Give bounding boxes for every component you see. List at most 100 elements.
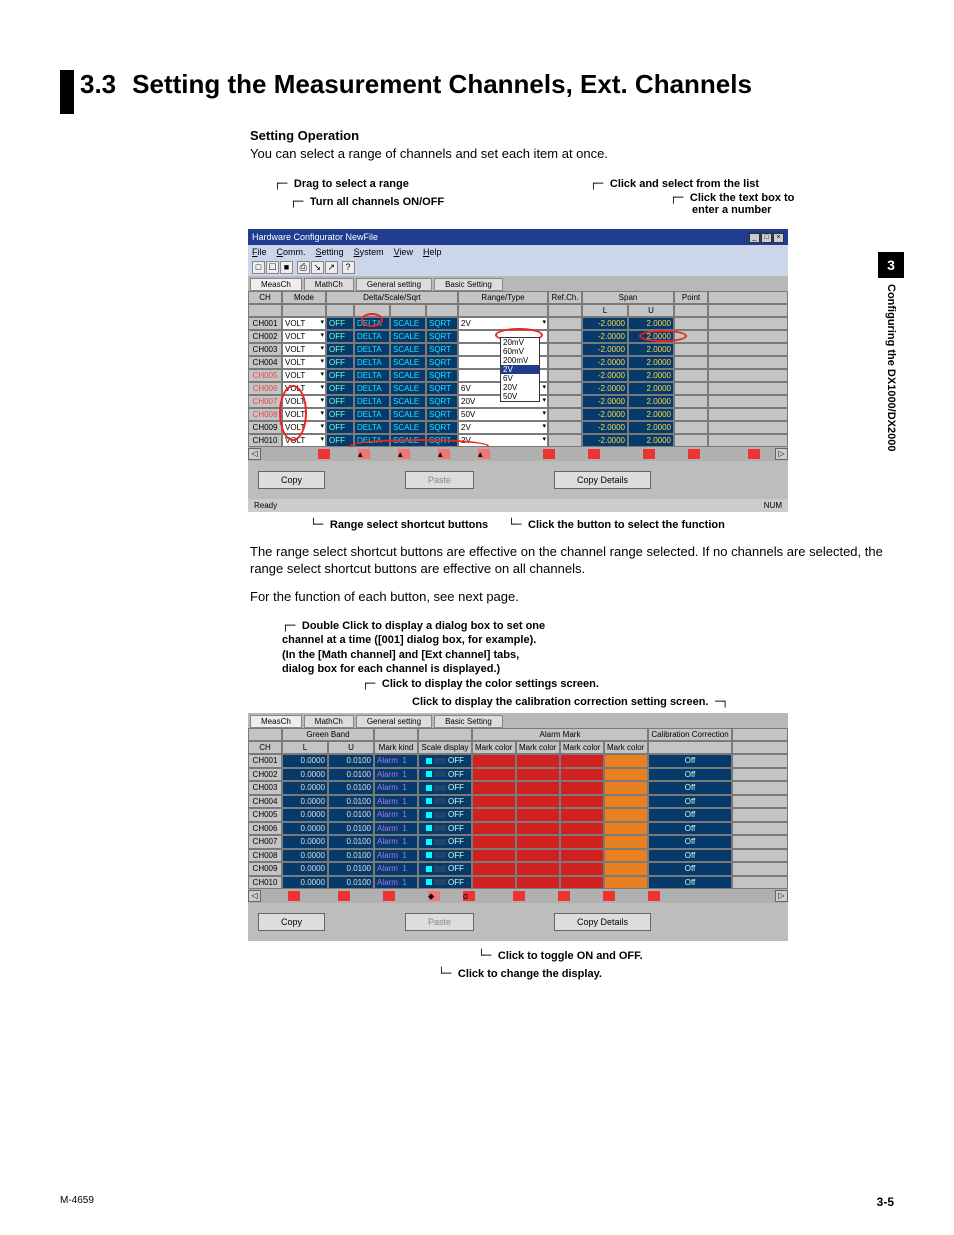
markkind-cell[interactable]: Alarm 1: [374, 835, 418, 849]
tab-general-setting[interactable]: General setting: [356, 278, 432, 291]
markkind-cell[interactable]: Alarm 1: [374, 781, 418, 795]
markcolor3-cell[interactable]: [560, 876, 604, 890]
calib-cell[interactable]: Off: [648, 808, 732, 822]
calib-cell[interactable]: Off: [648, 835, 732, 849]
table-row[interactable]: CH006 0.0000 0.0100 Alarm 1 OFF Off: [248, 822, 788, 836]
markkind-cell[interactable]: Alarm 1: [374, 849, 418, 863]
table-row[interactable]: CH010 0.0000 0.0100 Alarm 1 OFF Off: [248, 876, 788, 890]
calib-cell[interactable]: Off: [648, 768, 732, 782]
menu-item[interactable]: Help: [423, 247, 442, 257]
paste-button-2[interactable]: Paste: [405, 913, 474, 931]
table-row[interactable]: CH005 0.0000 0.0100 Alarm 1 OFF Off: [248, 808, 788, 822]
table-row[interactable]: CH003 0.0000 0.0100 Alarm 1 OFF Off: [248, 781, 788, 795]
gb-l-cell[interactable]: 0.0000: [282, 835, 328, 849]
sqrt-button[interactable]: SQRT: [426, 382, 458, 395]
table-row[interactable]: CH002 0.0000 0.0100 Alarm 1 OFF Off: [248, 768, 788, 782]
gb-u-cell[interactable]: 0.0100: [328, 808, 374, 822]
sqrt-button[interactable]: SQRT: [426, 330, 458, 343]
markcolor3-cell[interactable]: [560, 862, 604, 876]
scaledisplay-toggle[interactable]: OFF: [418, 849, 472, 863]
gb-u-cell[interactable]: 0.0100: [328, 862, 374, 876]
scaledisplay-toggle[interactable]: OFF: [418, 754, 472, 768]
markcolor3-cell[interactable]: [560, 835, 604, 849]
markcolor1-cell[interactable]: [472, 754, 516, 768]
gb-l-cell[interactable]: 0.0000: [282, 768, 328, 782]
gb-l-cell[interactable]: 0.0000: [282, 754, 328, 768]
markcolor4-cell[interactable]: [604, 795, 648, 809]
markcolor2-cell[interactable]: [516, 862, 560, 876]
table-row[interactable]: CH001 0.0000 0.0100 Alarm 1 OFF Off: [248, 754, 788, 768]
markcolor2-cell[interactable]: [516, 849, 560, 863]
markcolor3-cell[interactable]: [560, 849, 604, 863]
scroll-right-icon[interactable]: ▷: [775, 890, 788, 902]
span-u-cell[interactable]: 2.0000: [628, 330, 674, 343]
markcolor4-cell[interactable]: [604, 768, 648, 782]
markcolor2-cell[interactable]: [516, 754, 560, 768]
span-l-cell[interactable]: -2.0000: [582, 421, 628, 434]
scaledisplay-toggle[interactable]: OFF: [418, 876, 472, 890]
span-u-cell[interactable]: 2.0000: [628, 434, 674, 447]
scale-button[interactable]: SCALE: [390, 369, 426, 382]
window-controls[interactable]: _□×: [748, 231, 784, 243]
delta-button[interactable]: DELTA: [354, 317, 390, 330]
paste-button[interactable]: Paste: [405, 471, 474, 489]
markkind-cell[interactable]: Alarm 1: [374, 768, 418, 782]
markcolor2-cell[interactable]: [516, 822, 560, 836]
dropdown-option[interactable]: 2V: [501, 365, 539, 374]
scaledisplay-toggle[interactable]: OFF: [418, 835, 472, 849]
scroll-left-icon[interactable]: ◁: [248, 890, 261, 902]
range-dropdown[interactable]: 20mV60mV200mV2V6V20V50V: [500, 337, 540, 402]
sqrt-button[interactable]: SQRT: [426, 408, 458, 421]
mode-cell[interactable]: VOLT: [282, 369, 326, 382]
markcolor3-cell[interactable]: [560, 781, 604, 795]
table-row[interactable]: CH001 VOLT OFF DELTA SCALE SQRT 2V -2.00…: [248, 317, 788, 330]
scroll-right-icon[interactable]: ▷: [775, 448, 788, 460]
markkind-cell[interactable]: Alarm 1: [374, 822, 418, 836]
gb-u-cell[interactable]: 0.0100: [328, 781, 374, 795]
markcolor4-cell[interactable]: [604, 808, 648, 822]
gb-u-cell[interactable]: 0.0100: [328, 876, 374, 890]
sqrt-button[interactable]: SQRT: [426, 356, 458, 369]
table-row[interactable]: CH007 0.0000 0.0100 Alarm 1 OFF Off: [248, 835, 788, 849]
gb-u-cell[interactable]: 0.0100: [328, 835, 374, 849]
markcolor3-cell[interactable]: [560, 754, 604, 768]
range-cell[interactable]: 2V: [458, 434, 548, 447]
mode-cell[interactable]: VOLT: [282, 382, 326, 395]
markcolor1-cell[interactable]: [472, 862, 516, 876]
off-button[interactable]: OFF: [326, 421, 354, 434]
range-cell[interactable]: 2V: [458, 421, 548, 434]
gb-u-cell[interactable]: 0.0100: [328, 768, 374, 782]
markcolor4-cell[interactable]: [604, 822, 648, 836]
tab-mathch[interactable]: MathCh: [304, 278, 354, 291]
tab-mathch[interactable]: MathCh: [304, 715, 354, 728]
menu-item[interactable]: System: [354, 247, 384, 257]
delta-button[interactable]: DELTA: [354, 330, 390, 343]
scale-button[interactable]: SCALE: [390, 395, 426, 408]
markcolor1-cell[interactable]: [472, 768, 516, 782]
markcolor3-cell[interactable]: [560, 795, 604, 809]
sqrt-button[interactable]: SQRT: [426, 343, 458, 356]
scale-button[interactable]: SCALE: [390, 317, 426, 330]
tab-general-setting[interactable]: General setting: [356, 715, 432, 728]
off-button[interactable]: OFF: [326, 356, 354, 369]
shortcut-row[interactable]: ◁ ▴ ▴ ▴ ▴ ▷: [248, 447, 788, 461]
markcolor1-cell[interactable]: [472, 822, 516, 836]
span-u-cell[interactable]: 2.0000: [628, 421, 674, 434]
off-button[interactable]: OFF: [326, 317, 354, 330]
gb-l-cell[interactable]: 0.0000: [282, 822, 328, 836]
span-l-cell[interactable]: -2.0000: [582, 395, 628, 408]
calib-cell[interactable]: Off: [648, 822, 732, 836]
delta-button[interactable]: DELTA: [354, 434, 390, 447]
table-row[interactable]: CH009 0.0000 0.0100 Alarm 1 OFF Off: [248, 862, 788, 876]
span-l-cell[interactable]: -2.0000: [582, 382, 628, 395]
gb-u-cell[interactable]: 0.0100: [328, 822, 374, 836]
scale-button[interactable]: SCALE: [390, 408, 426, 421]
span-l-cell[interactable]: -2.0000: [582, 317, 628, 330]
off-button[interactable]: OFF: [326, 369, 354, 382]
span-l-cell[interactable]: -2.0000: [582, 330, 628, 343]
span-l-cell[interactable]: -2.0000: [582, 434, 628, 447]
gb-l-cell[interactable]: 0.0000: [282, 781, 328, 795]
mode-cell[interactable]: VOLT: [282, 343, 326, 356]
dropdown-option[interactable]: 20V: [501, 383, 539, 392]
span-u-cell[interactable]: 2.0000: [628, 369, 674, 382]
